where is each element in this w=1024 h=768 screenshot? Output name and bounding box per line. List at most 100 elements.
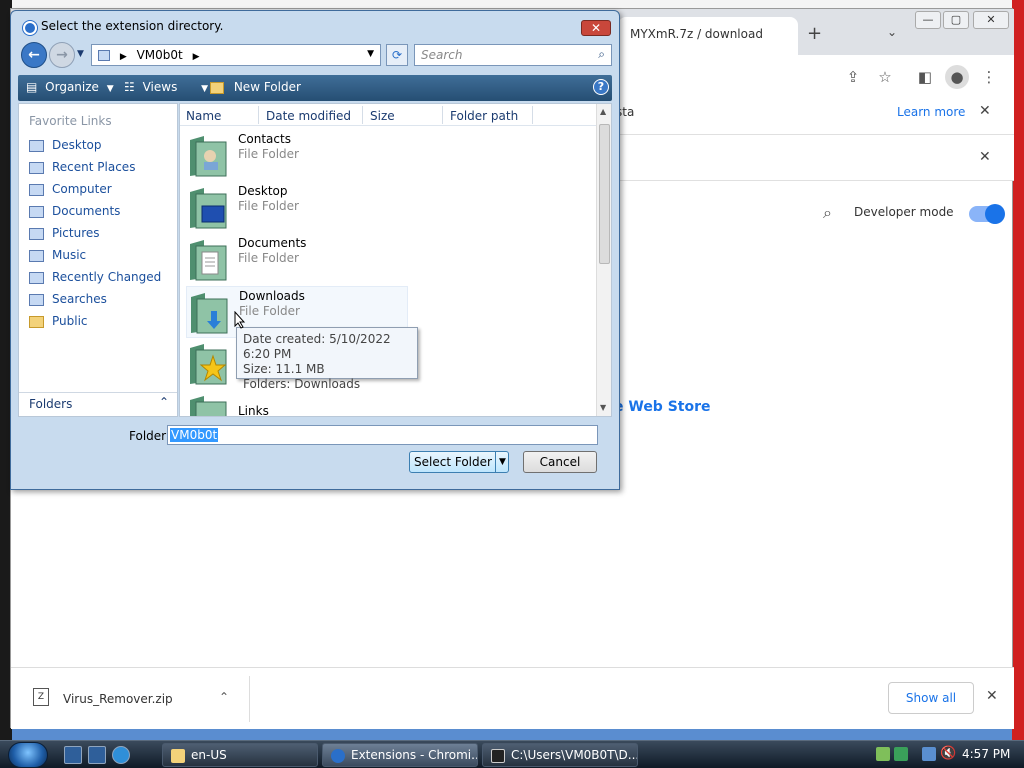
favorite-link-desktop[interactable]: Desktop	[29, 138, 102, 158]
folders-toggle[interactable]: Folders ⌃	[19, 392, 177, 416]
scrollbar-thumb[interactable]	[599, 124, 610, 264]
favorite-link-public[interactable]: Public	[29, 314, 88, 334]
computer-icon	[29, 183, 44, 196]
developer-mode-toggle[interactable]	[969, 204, 1005, 224]
minimize-button[interactable]: —	[915, 11, 941, 29]
favorite-link-recent-places[interactable]: Recent Places	[29, 160, 135, 180]
maximize-button[interactable]: ▢	[943, 11, 969, 29]
select-folder-button[interactable]: Select Folder	[409, 451, 509, 473]
path-separator-icon[interactable]: ▶	[120, 52, 127, 62]
path-separator-icon-2[interactable]: ▶	[193, 52, 200, 62]
network-icon[interactable]	[922, 747, 936, 761]
favorite-link-computer[interactable]: Computer	[29, 182, 112, 202]
learn-more-link[interactable]: Learn more	[897, 105, 965, 119]
file-row-contacts[interactable]: Contacts File Folder	[186, 130, 596, 182]
show-desktop-icon[interactable]	[64, 746, 82, 764]
banner-close-icon-2[interactable]: ✕	[979, 149, 991, 165]
links-folder-icon	[190, 396, 227, 416]
recent-places-icon	[29, 161, 44, 174]
column-header-date-modified[interactable]: Date modified	[266, 109, 351, 123]
organize-icon: ▤	[26, 80, 38, 94]
chrome-icon	[331, 748, 345, 763]
file-list-scrollbar[interactable]: ▲ ▼	[596, 104, 611, 416]
menu-kebab-icon[interactable]: ⋮	[977, 65, 1001, 89]
side-panel-icon[interactable]: ◧	[913, 65, 937, 89]
web-store-link[interactable]: e Web Store	[614, 399, 711, 415]
start-button[interactable]	[8, 742, 48, 768]
help-icon[interactable]: ?	[593, 79, 609, 95]
folder-name-input[interactable]: VM0b0t	[167, 425, 598, 445]
taskbar-item-en-us[interactable]: en-US	[162, 743, 318, 767]
music-icon	[29, 249, 44, 262]
cancel-button[interactable]: Cancel	[523, 451, 597, 473]
recent-pages-chevron-icon[interactable]: ▼	[77, 49, 84, 59]
new-folder-icon	[210, 81, 224, 94]
volume-muted-icon[interactable]: 🔇	[940, 746, 956, 761]
column-separator	[362, 106, 363, 124]
search-icon[interactable]: ⌕	[823, 203, 832, 223]
path-segment[interactable]: VM0b0t	[137, 48, 183, 62]
chevron-up-icon: ⌃	[158, 395, 169, 409]
documents-folder-icon	[190, 240, 227, 281]
taskbar-item-chrome[interactable]: Extensions - Chromi...	[322, 743, 478, 767]
file-row-desktop[interactable]: Desktop File Folder	[186, 182, 596, 234]
organize-button[interactable]: ▤ Organize ▼	[26, 80, 114, 94]
file-name: Contacts	[238, 132, 291, 146]
banner-close-icon[interactable]: ✕	[979, 103, 991, 119]
column-separator	[442, 106, 443, 124]
file-row-documents[interactable]: Documents File Folder	[186, 234, 596, 286]
new-folder-button[interactable]: New Folder	[210, 80, 301, 94]
share-icon[interactable]: ⇪	[841, 65, 865, 89]
download-bar-close-icon[interactable]: ✕	[986, 688, 998, 704]
browser-tab[interactable]: MYXmR.7z / download	[618, 17, 798, 55]
download-bar: Z Virus_Remover.zip ⌃ Show all ✕	[11, 667, 1014, 729]
views-button[interactable]: ☷ Views ▼	[124, 80, 208, 94]
developer-mode-label: Developer mode	[854, 205, 954, 219]
download-item[interactable]: Z Virus_Remover.zip ⌃	[33, 688, 263, 712]
favorite-link-searches[interactable]: Searches	[29, 292, 107, 312]
favorite-link-recently-changed[interactable]: Recently Changed	[29, 270, 161, 290]
profile-avatar-icon[interactable]: ●	[945, 65, 969, 89]
folder-name-value: VM0b0t	[170, 428, 219, 442]
switch-windows-icon[interactable]	[88, 746, 106, 764]
bookmark-star-icon[interactable]: ☆	[873, 65, 897, 89]
favorite-link-documents[interactable]: Documents	[29, 204, 120, 224]
downloads-folder-icon	[191, 293, 228, 334]
refresh-icon[interactable]: ⟳	[386, 44, 408, 66]
favorite-link-music[interactable]: Music	[29, 248, 86, 268]
chrome-logo-icon	[23, 21, 37, 35]
forward-arrow-icon[interactable]: →	[49, 42, 75, 68]
path-dropdown-icon[interactable]: ▼	[367, 49, 374, 59]
pictures-icon	[29, 227, 44, 240]
column-header-size[interactable]: Size	[370, 109, 395, 123]
tray-app-icon-2[interactable]	[894, 747, 908, 761]
taskbar-item-7zip[interactable]: C:\Users\VM0B0T\D...	[482, 743, 638, 767]
show-all-button[interactable]: Show all	[888, 682, 974, 714]
back-arrow-icon[interactable]: ←	[21, 42, 47, 68]
select-folder-dropdown-icon[interactable]: ▼	[495, 452, 509, 472]
tray-app-icon[interactable]	[876, 747, 890, 761]
favorite-link-pictures[interactable]: Pictures	[29, 226, 100, 246]
public-folder-icon	[29, 315, 44, 328]
file-name: Links	[238, 404, 269, 417]
file-name: Documents	[238, 236, 307, 250]
recently-changed-icon	[29, 271, 44, 284]
internet-explorer-icon[interactable]	[112, 746, 130, 764]
close-window-button[interactable]: ✕	[973, 11, 1009, 29]
search-input[interactable]: Search ⌕	[414, 44, 612, 66]
file-name: Desktop	[238, 184, 288, 198]
scroll-down-icon[interactable]: ▼	[600, 403, 606, 412]
chevron-up-icon[interactable]: ⌃	[219, 690, 229, 704]
search-magnifier-icon[interactable]: ⌕	[598, 47, 605, 62]
address-path-box[interactable]: ▶ VM0b0t ▶ ▼	[91, 44, 381, 66]
tab-search-chevron-icon[interactable]: ⌄	[887, 25, 897, 39]
new-tab-button[interactable]: +	[807, 23, 822, 44]
mouse-cursor-icon	[234, 311, 246, 329]
dialog-close-button[interactable]: ✕	[581, 20, 611, 36]
column-header-name[interactable]: Name	[186, 109, 221, 123]
scroll-up-icon[interactable]: ▲	[600, 107, 606, 116]
clock[interactable]: 4:57 PM	[962, 747, 1010, 761]
desktop-background	[0, 0, 1024, 8]
column-header-folder-path[interactable]: Folder path	[450, 109, 518, 123]
file-row-links[interactable]: Links	[186, 390, 596, 417]
